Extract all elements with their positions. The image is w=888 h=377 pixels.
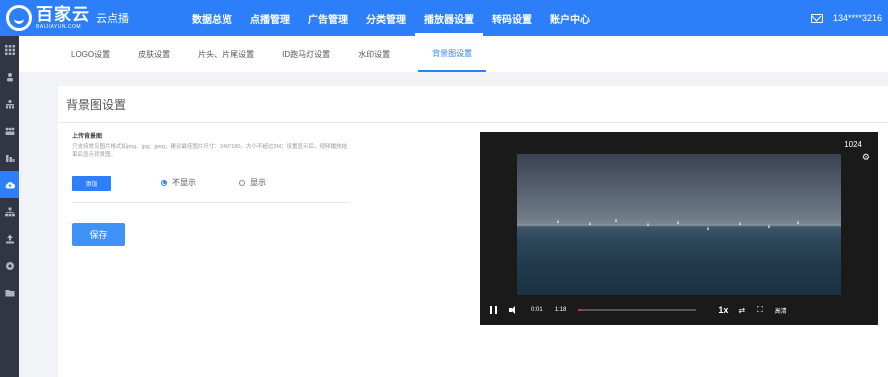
logo-mark-icon	[6, 5, 32, 31]
upload-icon	[5, 234, 14, 243]
user-area: 134****3216	[810, 0, 882, 36]
sailboat	[677, 220, 679, 224]
mail-icon[interactable]	[810, 13, 823, 23]
sidebar-item-user[interactable]	[0, 63, 19, 90]
folder-icon	[5, 289, 14, 296]
sailboat	[797, 220, 799, 224]
grid-icon	[4, 44, 15, 55]
sidebar-item-player[interactable]	[0, 171, 19, 198]
brand-name: 百家云	[36, 5, 90, 24]
tab-logo[interactable]: LOGO设置	[71, 36, 110, 72]
volume-icon[interactable]	[509, 306, 519, 314]
sidebar-item-group[interactable]	[0, 90, 19, 117]
add-button[interactable]: 添加	[72, 176, 111, 191]
nav-vod-manage[interactable]: 点播管理	[241, 0, 299, 36]
radio-show[interactable]: 显示	[239, 177, 266, 188]
horizon	[517, 224, 841, 226]
sidebar-item-circle[interactable]	[0, 252, 19, 279]
nav-ad-manage[interactable]: 广告管理	[299, 0, 357, 36]
radio-hide[interactable]: 不显示	[161, 177, 196, 188]
tab-skin[interactable]: 皮肤设置	[138, 36, 170, 72]
radio-show-label: 显示	[250, 178, 266, 187]
tab-id-marquee[interactable]: ID跑马灯设置	[282, 36, 330, 72]
sidebar-item-upload[interactable]	[0, 225, 19, 252]
sailboat	[707, 226, 709, 230]
sidebar-item-folder[interactable]	[0, 279, 19, 306]
tree-icon	[4, 207, 15, 216]
sailboat	[647, 222, 649, 226]
video-player[interactable]: 1024 ⚙ 0:01 1:18 1x ⇄ ⛶ 高清	[480, 132, 878, 325]
nav-account-center[interactable]: 账户中心	[541, 0, 599, 36]
video-frame[interactable]	[517, 154, 841, 295]
resolution-badge: 1024	[844, 140, 862, 149]
chart-icon	[5, 154, 14, 162]
radio-hide-label: 不显示	[172, 178, 196, 187]
quality-selector[interactable]: 高清	[775, 306, 787, 315]
upload-description: 只支持常见图片格式如png、jpg、jpeg，建议最佳图片尺寸：240*180，…	[72, 144, 348, 158]
playback-rate[interactable]: 1x	[718, 305, 728, 315]
brand-domain: BAIJIAYUN.COM	[36, 24, 82, 30]
brand-logo[interactable]: 百家云 BAIJIAYUN.COM 云点播	[0, 5, 165, 31]
sidebar-item-tree[interactable]	[0, 198, 19, 225]
loop-icon[interactable]: ⇄	[738, 306, 745, 315]
tab-watermark[interactable]: 水印设置	[358, 36, 390, 72]
radio-hide-dot[interactable]	[161, 179, 167, 186]
nav-overview[interactable]: 数据总览	[183, 0, 241, 36]
player-controls: 0:01 1:18 1x ⇄ ⛶ 高清	[480, 295, 878, 325]
sidebar-item-users[interactable]	[0, 117, 19, 144]
sidebar	[0, 36, 19, 377]
users-icon	[5, 127, 14, 135]
nav-player-settings[interactable]: 播放器设置	[415, 0, 483, 36]
progress-fill	[578, 309, 581, 311]
nav-transcode-settings[interactable]: 转码设置	[483, 0, 541, 36]
tab-background[interactable]: 背景图设置	[418, 36, 487, 72]
user-account[interactable]: 134****3216	[833, 13, 882, 23]
save-button[interactable]: 保存	[72, 223, 125, 246]
top-bar: 百家云 BAIJIAYUN.COM 云点播 数据总览 点播管理 广告管理 分类管…	[0, 0, 888, 36]
sidebar-item-grid[interactable]	[0, 36, 19, 63]
top-nav: 数据总览 点播管理 广告管理 分类管理 播放器设置 转码设置 账户中心	[183, 0, 599, 36]
sailboat	[768, 224, 770, 228]
duration: 1:18	[554, 307, 567, 313]
group-icon	[5, 99, 14, 108]
nav-category-manage[interactable]: 分类管理	[357, 0, 415, 36]
sailboat	[557, 219, 559, 223]
sailboat	[739, 221, 741, 225]
settings-tabs: LOGO设置 皮肤设置 片头、片尾设置 ID跑马灯设置 水印设置 背景图设置	[19, 36, 888, 72]
circle-icon	[5, 261, 14, 270]
fullscreen-icon[interactable]: ⛶	[757, 305, 763, 315]
divider	[58, 122, 888, 123]
sidebar-item-stats[interactable]	[0, 144, 19, 171]
tab-intro-outro[interactable]: 片头、片尾设置	[198, 36, 254, 72]
progress-bar[interactable]	[578, 309, 697, 311]
pause-icon[interactable]	[490, 306, 497, 314]
user-icon	[6, 72, 13, 81]
sailboat	[589, 221, 591, 225]
sailboat	[615, 218, 617, 222]
divider	[72, 202, 350, 203]
upload-label: 上传背景图	[72, 134, 103, 140]
radio-show-dot[interactable]	[239, 179, 245, 186]
gear-icon[interactable]: ⚙	[862, 152, 870, 163]
cloud-upload-icon	[5, 181, 15, 189]
product-name: 云点播	[96, 13, 129, 25]
page-title: 背景图设置	[66, 98, 127, 112]
current-time: 0:01	[531, 307, 543, 313]
